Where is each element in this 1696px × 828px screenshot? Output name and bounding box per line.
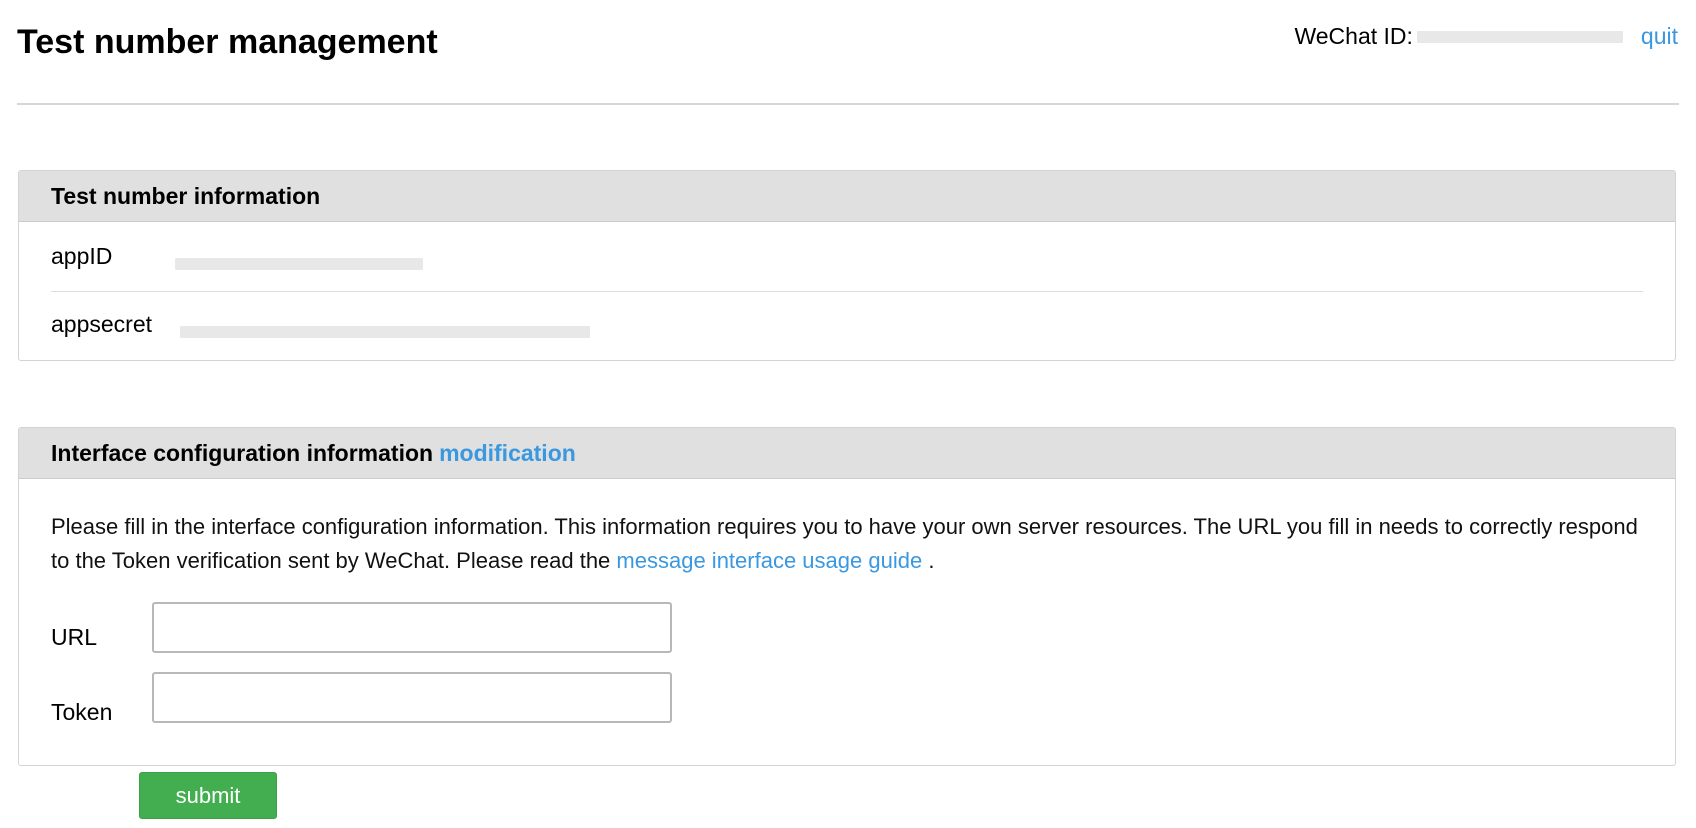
token-label: Token [51,699,113,725]
appid-value: wxf14319cb64ebaf15 [175,258,423,270]
appsecret-label: appsecret [51,311,153,337]
interface-config-header: Interface configuration information modi… [19,428,1675,479]
modification-link[interactable]: modification [439,440,576,467]
page-title: Test number management [17,23,438,61]
interface-config-panel: Interface configuration information modi… [18,427,1676,766]
wechat-id-value: gh_4057b6634a0 [1416,31,1623,43]
interface-config-title: Interface configuration information [51,439,434,466]
title-divider [17,103,1679,105]
quit-link[interactable]: quit [1641,23,1678,50]
config-description-end: . [928,548,935,573]
account-bar: WeChat ID: gh_4057b6634a0 quit [1294,22,1678,50]
appid-label: appID [51,243,113,269]
test-number-info-panel: Test number information appID wxf14319cb… [18,170,1676,361]
usage-guide-link[interactable]: message interface usage guide [616,548,922,573]
appsecret-value: 9eff4b0675cf6e1e15050036d4bf1f34 [180,326,590,338]
appid-row: appID wxf14319cb64ebaf15 [51,223,1643,292]
url-label: URL [51,624,98,650]
config-description: Please fill in the interface configurati… [51,510,1651,578]
test-number-info-title: Test number information [51,182,321,209]
test-number-info-header: Test number information [19,171,1675,222]
token-input[interactable] [152,672,672,723]
wechat-id-label: WeChat ID: [1294,22,1413,49]
url-input[interactable] [152,602,672,653]
appsecret-row: appsecret 9eff4b0675cf6e1e15050036d4bf1f… [51,292,1643,360]
submit-button[interactable]: submit [139,772,277,819]
